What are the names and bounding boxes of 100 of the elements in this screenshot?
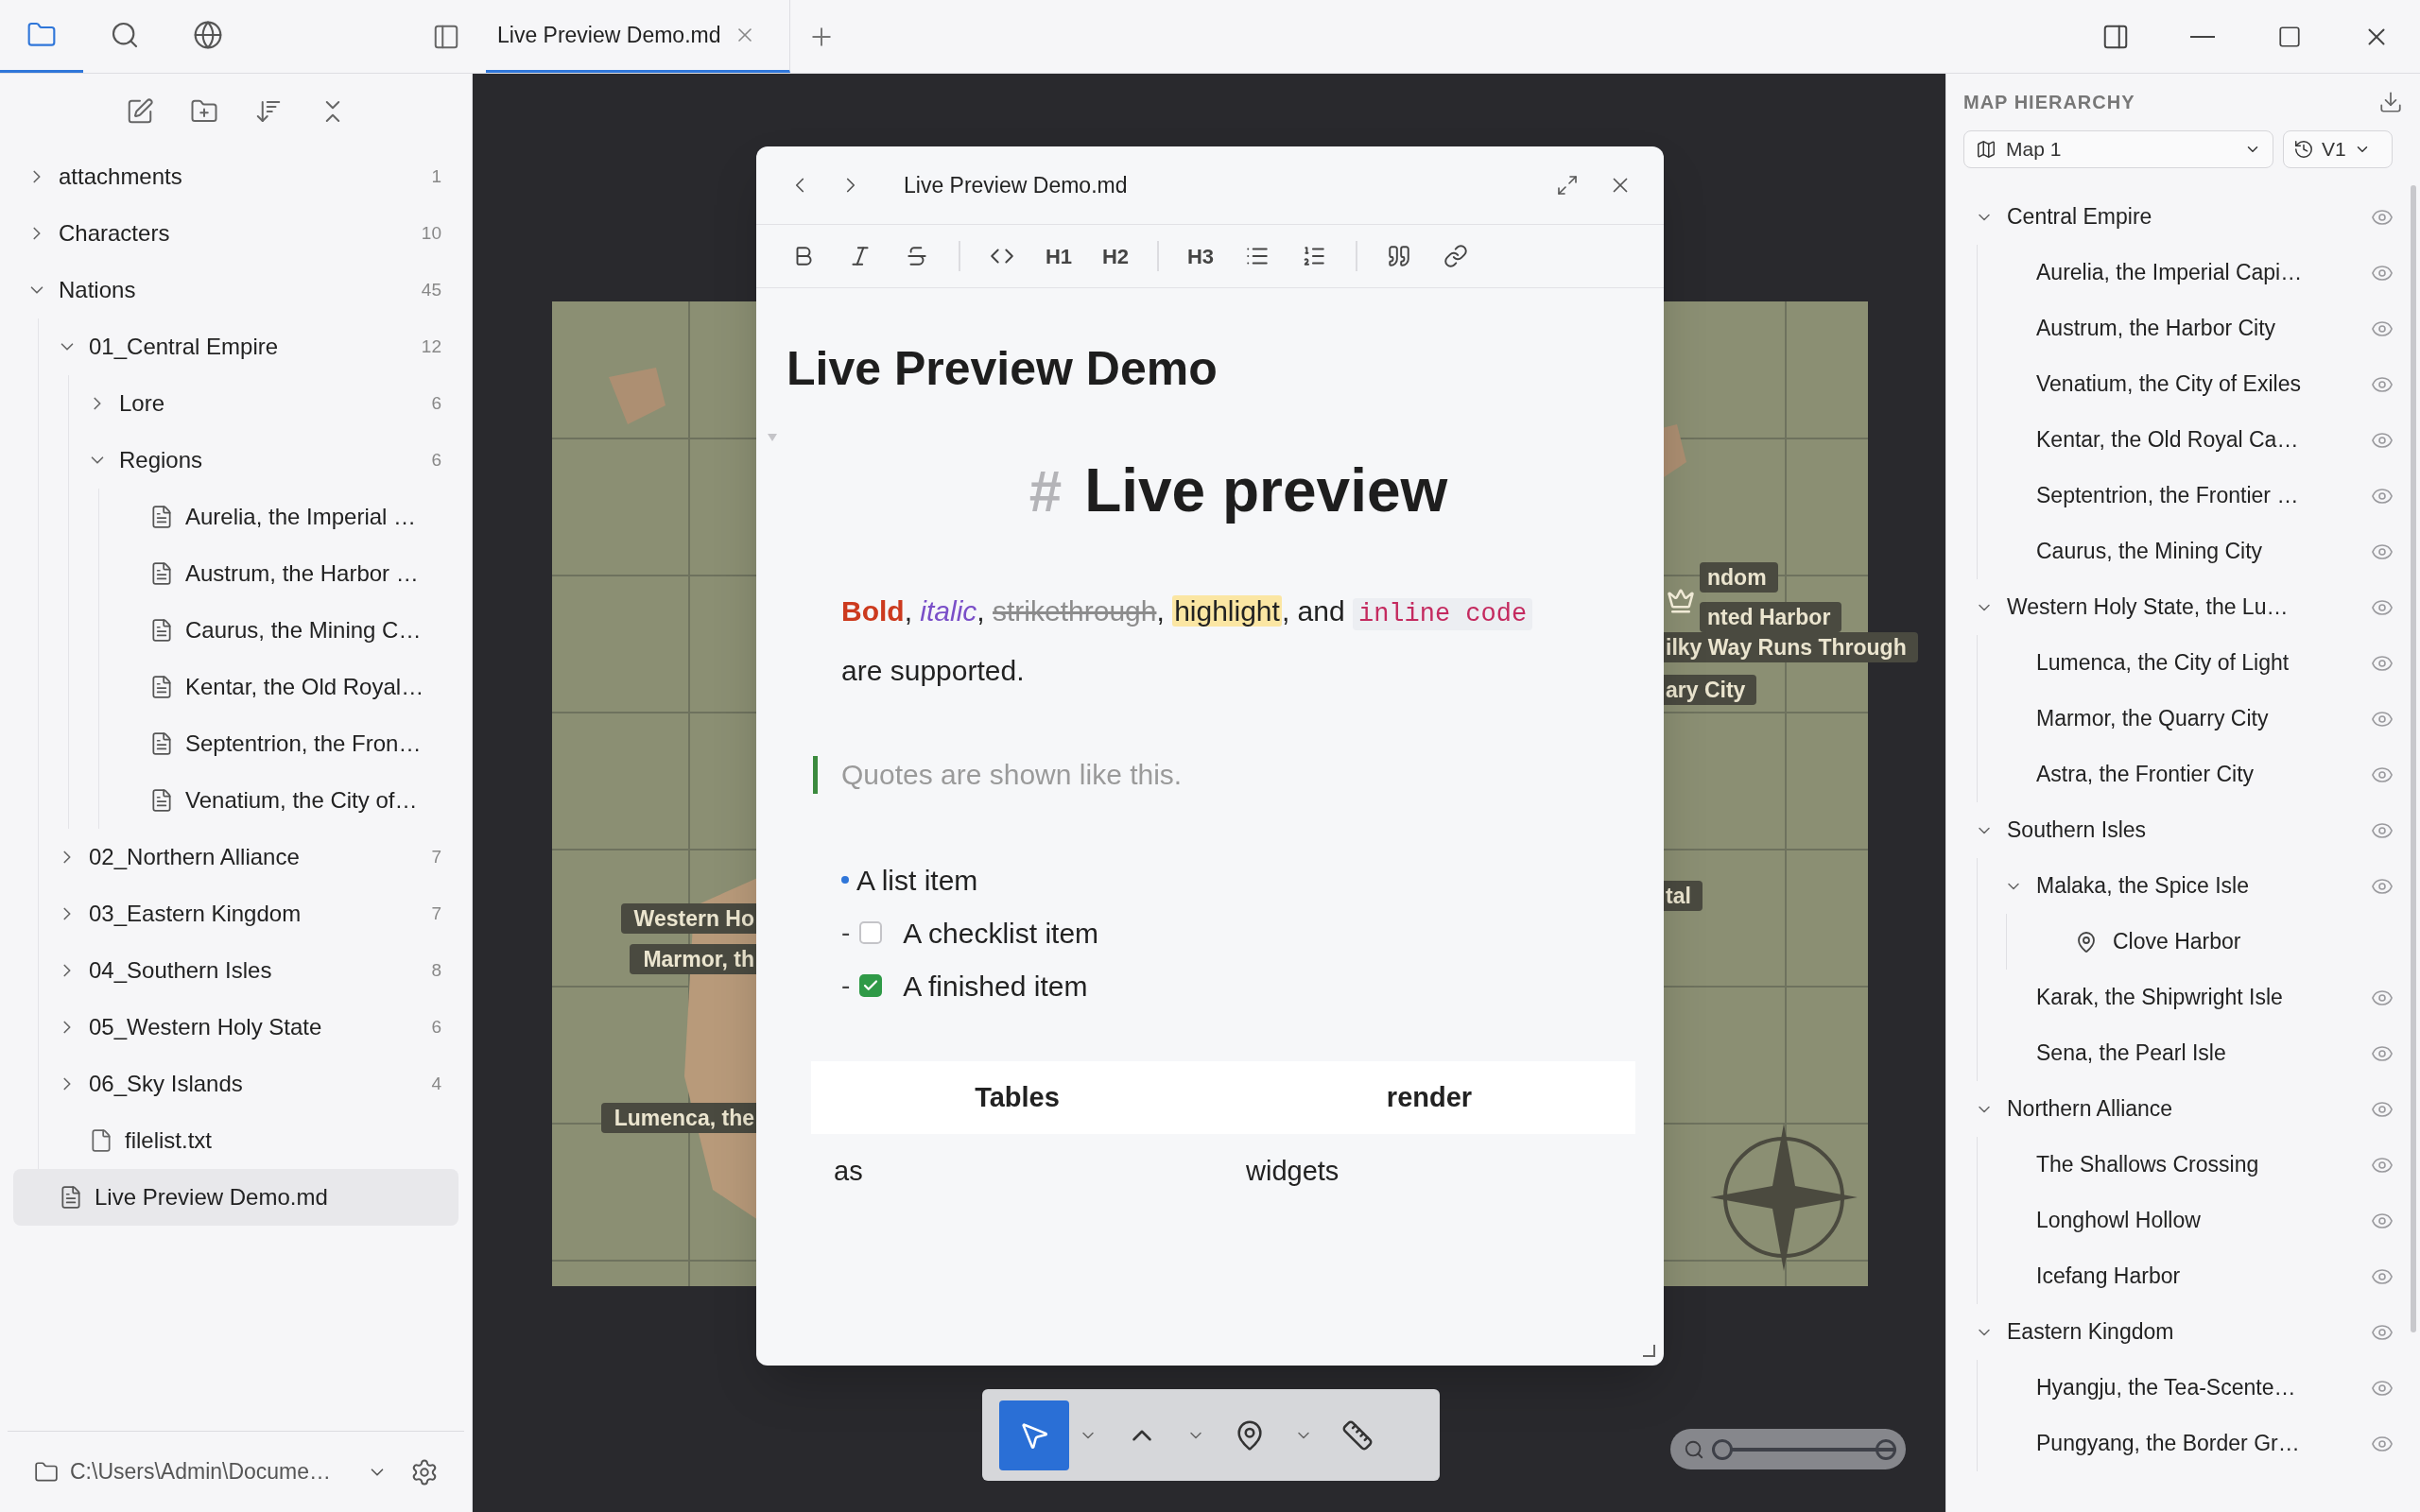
map-label[interactable]: nted Harbor xyxy=(1700,602,1842,632)
map-label[interactable]: Marmor, th xyxy=(630,944,756,974)
hierarchy-item[interactable]: Hyangju, the Tea-Scente… xyxy=(1954,1360,2412,1416)
hierarchy-item[interactable]: Western Holy State, the Lu… xyxy=(1954,579,2412,635)
table-header: render xyxy=(1223,1061,1635,1134)
list-item: A list item xyxy=(856,863,978,898)
globe-icon xyxy=(193,20,223,50)
item-count: 8 xyxy=(431,958,441,982)
hierarchy-item[interactable]: Caurus, the Mining City xyxy=(1954,524,2412,579)
item-count: 6 xyxy=(431,391,441,415)
hierarchy-item[interactable]: Southern Isles xyxy=(1954,802,2412,858)
crown-icon[interactable] xyxy=(1667,587,1695,615)
tree-item[interactable]: attachments 1 xyxy=(13,148,458,205)
tree-item[interactable]: Septentrion, the Fron… xyxy=(13,715,458,772)
scrollbar-thumb[interactable] xyxy=(2411,185,2416,1332)
hierarchy-item[interactable]: Septentrion, the Frontier … xyxy=(1954,468,2412,524)
version-select[interactable]: V1 xyxy=(2283,130,2393,168)
item-count: 7 xyxy=(431,845,441,868)
hierarchy-item[interactable]: Astra, the Frontier City xyxy=(1954,747,2412,802)
folder-icon xyxy=(34,1459,59,1485)
heading-button[interactable]: H3 xyxy=(1172,233,1229,279)
document-icon xyxy=(149,561,174,586)
item-count: 45 xyxy=(421,278,441,301)
quote: Quotes are shown like this. xyxy=(841,758,1183,792)
checkbox[interactable] xyxy=(859,974,883,997)
hierarchy-item[interactable]: Kentar, the Old Royal Ca… xyxy=(1954,412,2412,468)
expand-icon xyxy=(1556,174,1579,197)
download-icon[interactable] xyxy=(2378,90,2403,114)
zoom-slider[interactable] xyxy=(1670,1429,1906,1469)
checkbox[interactable] xyxy=(859,921,883,944)
map-label[interactable]: Western Ho xyxy=(620,903,756,934)
tree-item[interactable]: Characters 10 xyxy=(13,205,458,262)
map-label[interactable]: ary City xyxy=(1664,675,1757,705)
document-icon xyxy=(149,505,174,529)
heading-button[interactable]: H2 xyxy=(1087,233,1144,279)
table-header: Tables xyxy=(811,1061,1223,1134)
tree-item[interactable]: Aurelia, the Imperial … xyxy=(13,489,458,545)
item-count: 7 xyxy=(431,902,441,925)
tree-item[interactable]: 03_Eastern Kingdom 7 xyxy=(13,885,458,942)
item-count: 10 xyxy=(421,221,441,245)
task-item: A checklist item xyxy=(903,916,1099,951)
list-marker: - xyxy=(841,970,851,1002)
hierarchy-item[interactable]: Marmor, the Quarry City xyxy=(1954,691,2412,747)
map-select[interactable]: Map 1 xyxy=(1963,130,2273,168)
tree-item[interactable]: Kentar, the Old Royal… xyxy=(13,659,458,715)
hierarchy-item[interactable]: Pungyang, the Border Gr… xyxy=(1954,1416,2412,1471)
hierarchy-item[interactable]: Sena, the Pearl Isle xyxy=(1954,1025,2412,1081)
hierarchy-item[interactable]: The Shallows Crossing xyxy=(1954,1137,2412,1193)
tree-item[interactable]: filelist.txt xyxy=(13,1112,458,1169)
tree-item[interactable]: 06_Sky Islands 4 xyxy=(13,1056,458,1112)
maximize-icon xyxy=(2277,24,2302,49)
note-title: Live Preview Demo xyxy=(786,341,1218,397)
item-count: 4 xyxy=(431,1072,441,1095)
history-icon xyxy=(2293,139,2314,160)
numbered-list-icon xyxy=(1302,244,1326,268)
map-icon xyxy=(1976,139,1996,160)
table-cell: as xyxy=(811,1134,1223,1210)
hierarchy-item[interactable]: Austrum, the Harbor City xyxy=(1954,301,2412,356)
tree-item[interactable]: Lore 6 xyxy=(13,375,458,432)
ruler-icon xyxy=(1341,1418,1374,1452)
tree-item[interactable]: 04_Southern Isles 8 xyxy=(13,942,458,999)
tree-item[interactable]: 05_Western Holy State 6 xyxy=(13,999,458,1056)
quote-icon xyxy=(1387,244,1411,268)
bullet-icon xyxy=(841,876,849,884)
hierarchy-item[interactable]: Venatium, the City of Exiles xyxy=(1954,356,2412,412)
document-icon xyxy=(149,618,174,643)
hierarchy-item[interactable]: Icefang Harbor xyxy=(1954,1248,2412,1304)
map-label[interactable]: ndom xyxy=(1700,562,1778,593)
panel-title: MAP HIERARCHY xyxy=(1963,91,2135,114)
tree-item[interactable]: Austrum, the Harbor … xyxy=(13,545,458,602)
heading-button[interactable]: H1 xyxy=(1030,233,1087,279)
fold-icon xyxy=(768,434,777,441)
hierarchy-item[interactable]: Clove Harbor xyxy=(1954,914,2412,970)
heading-marker: # xyxy=(1028,457,1063,525)
hierarchy-item[interactable]: Central Empire xyxy=(1954,189,2412,245)
tree-item[interactable]: 01_Central Empire 12 xyxy=(13,318,458,375)
task-item: A finished item xyxy=(903,969,1088,1004)
hierarchy-item[interactable]: Lumenca, the City of Light xyxy=(1954,635,2412,691)
tree-item[interactable]: Live Preview Demo.md xyxy=(13,1169,458,1226)
slider-thumb[interactable] xyxy=(1712,1438,1733,1460)
hierarchy-item[interactable]: Karak, the Shipwright Isle xyxy=(1954,970,2412,1025)
tree-item[interactable]: Caurus, the Mining C… xyxy=(13,602,458,659)
document-icon xyxy=(149,731,174,756)
hierarchy-item[interactable]: Northern Alliance xyxy=(1954,1081,2412,1137)
minimize-icon xyxy=(2190,35,2215,38)
resize-handle-icon[interactable] xyxy=(1643,1345,1656,1358)
hierarchy-item[interactable]: Malaka, the Spice Isle xyxy=(1954,858,2412,914)
tree-item[interactable]: 02_Northern Alliance 7 xyxy=(13,829,458,885)
tree-item[interactable]: Regions 6 xyxy=(13,432,458,489)
hierarchy-item[interactable]: Eastern Kingdom xyxy=(1954,1304,2412,1360)
tree-item[interactable]: Venatium, the City of… xyxy=(13,772,458,829)
map-label[interactable]: tal xyxy=(1664,881,1703,911)
map-tool-button[interactable] xyxy=(999,1400,1069,1470)
map-label[interactable]: Lumenca, the xyxy=(600,1103,756,1133)
vault-path[interactable]: C:\Users\Admin\Docume… xyxy=(70,1455,332,1488)
paragraph: Bold, italic, strikethrough, highlight, and inline code are supported. xyxy=(841,583,1560,699)
hierarchy-item[interactable]: Aurelia, the Imperial Capi… xyxy=(1954,245,2412,301)
tree-item[interactable]: Nations 45 xyxy=(13,262,458,318)
hierarchy-item[interactable]: Longhowl Hollow xyxy=(1954,1193,2412,1248)
map-label[interactable]: ilky Way Runs Through xyxy=(1664,632,1918,662)
